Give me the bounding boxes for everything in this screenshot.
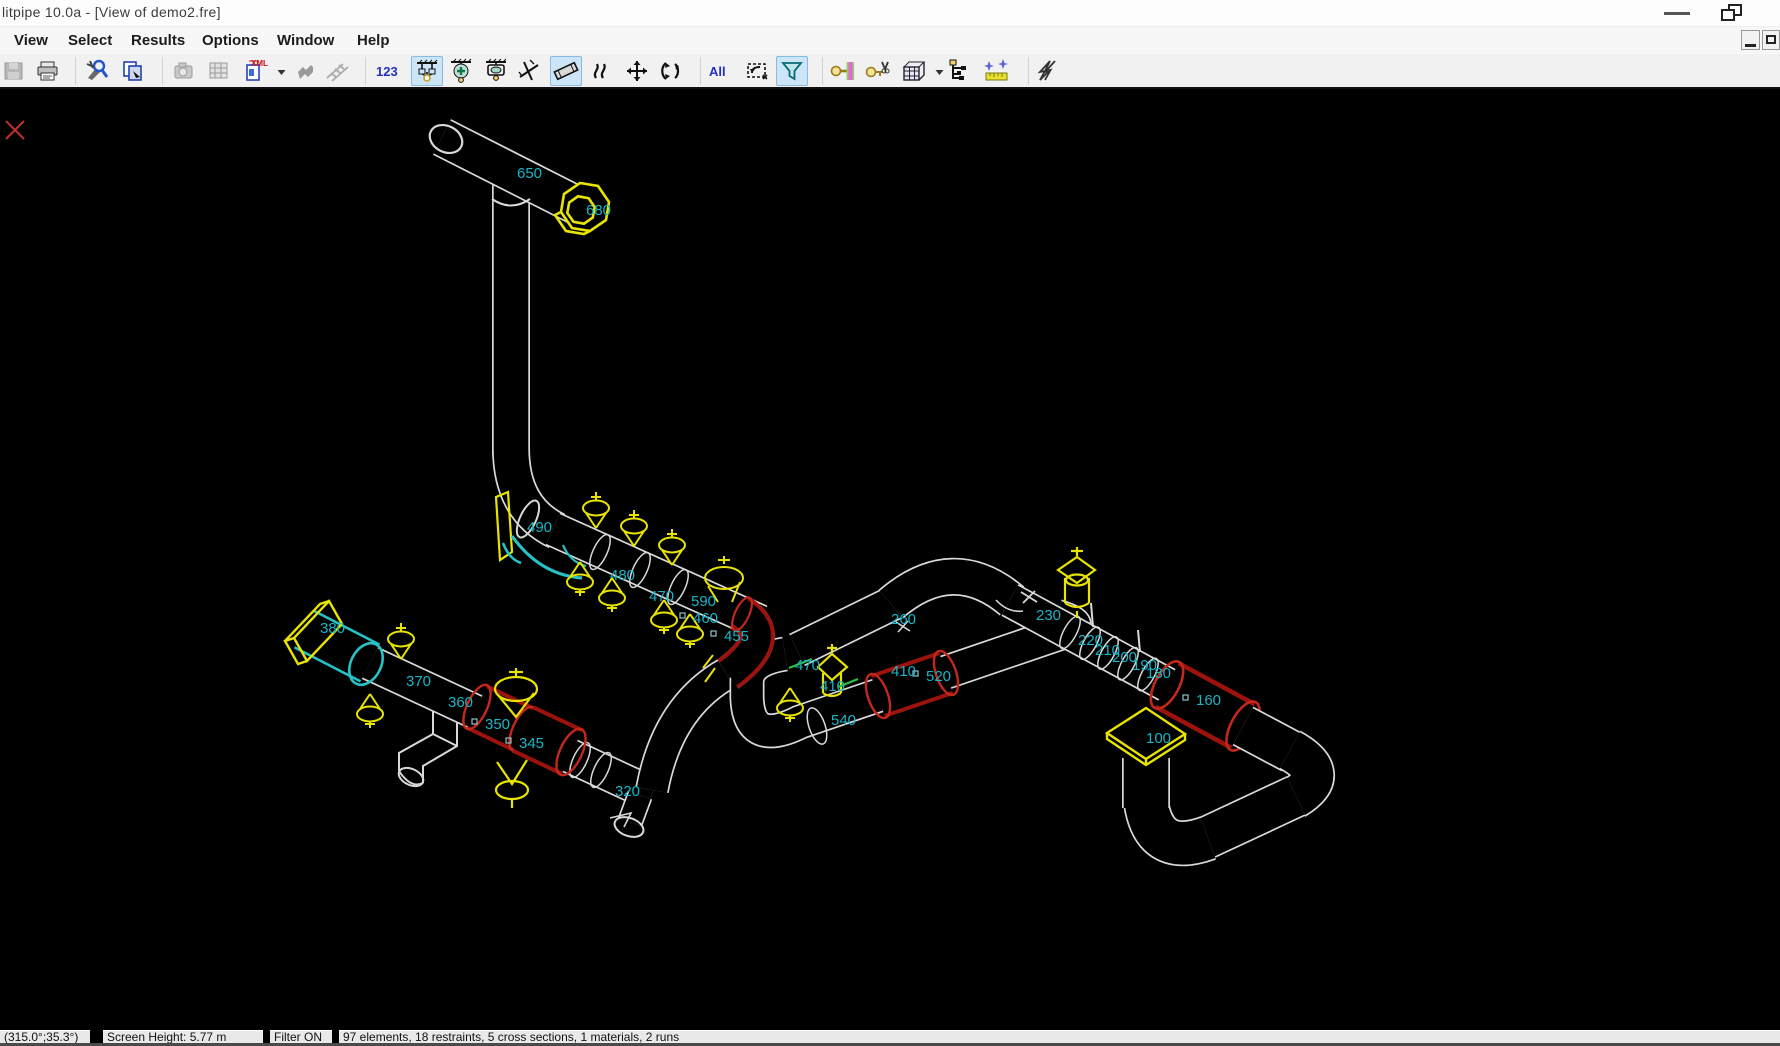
svg-text:490: 490: [527, 519, 552, 536]
svg-text:590: 590: [691, 593, 716, 610]
svg-text:470: 470: [795, 657, 820, 674]
svg-text:260: 260: [891, 611, 916, 628]
svg-text:455: 455: [724, 628, 749, 645]
svg-text:160: 160: [1196, 692, 1221, 709]
svg-text:650: 650: [517, 165, 542, 182]
svg-text:370: 370: [406, 673, 431, 690]
svg-text:380: 380: [320, 620, 345, 637]
svg-text:350: 350: [485, 716, 510, 733]
svg-text:680: 680: [586, 202, 611, 219]
svg-text:460: 460: [693, 610, 718, 627]
svg-text:100: 100: [1146, 730, 1171, 747]
svg-text:470: 470: [649, 588, 674, 605]
svg-text:410: 410: [820, 678, 845, 695]
svg-text:345: 345: [519, 735, 544, 752]
svg-text:180: 180: [1146, 665, 1171, 682]
svg-text:320: 320: [615, 783, 640, 800]
svg-text:360: 360: [448, 694, 473, 711]
svg-text:540: 540: [831, 712, 856, 729]
svg-text:480: 480: [610, 567, 635, 584]
svg-text:230: 230: [1036, 607, 1061, 624]
svg-text:520: 520: [926, 668, 951, 685]
svg-text:410: 410: [891, 663, 916, 680]
